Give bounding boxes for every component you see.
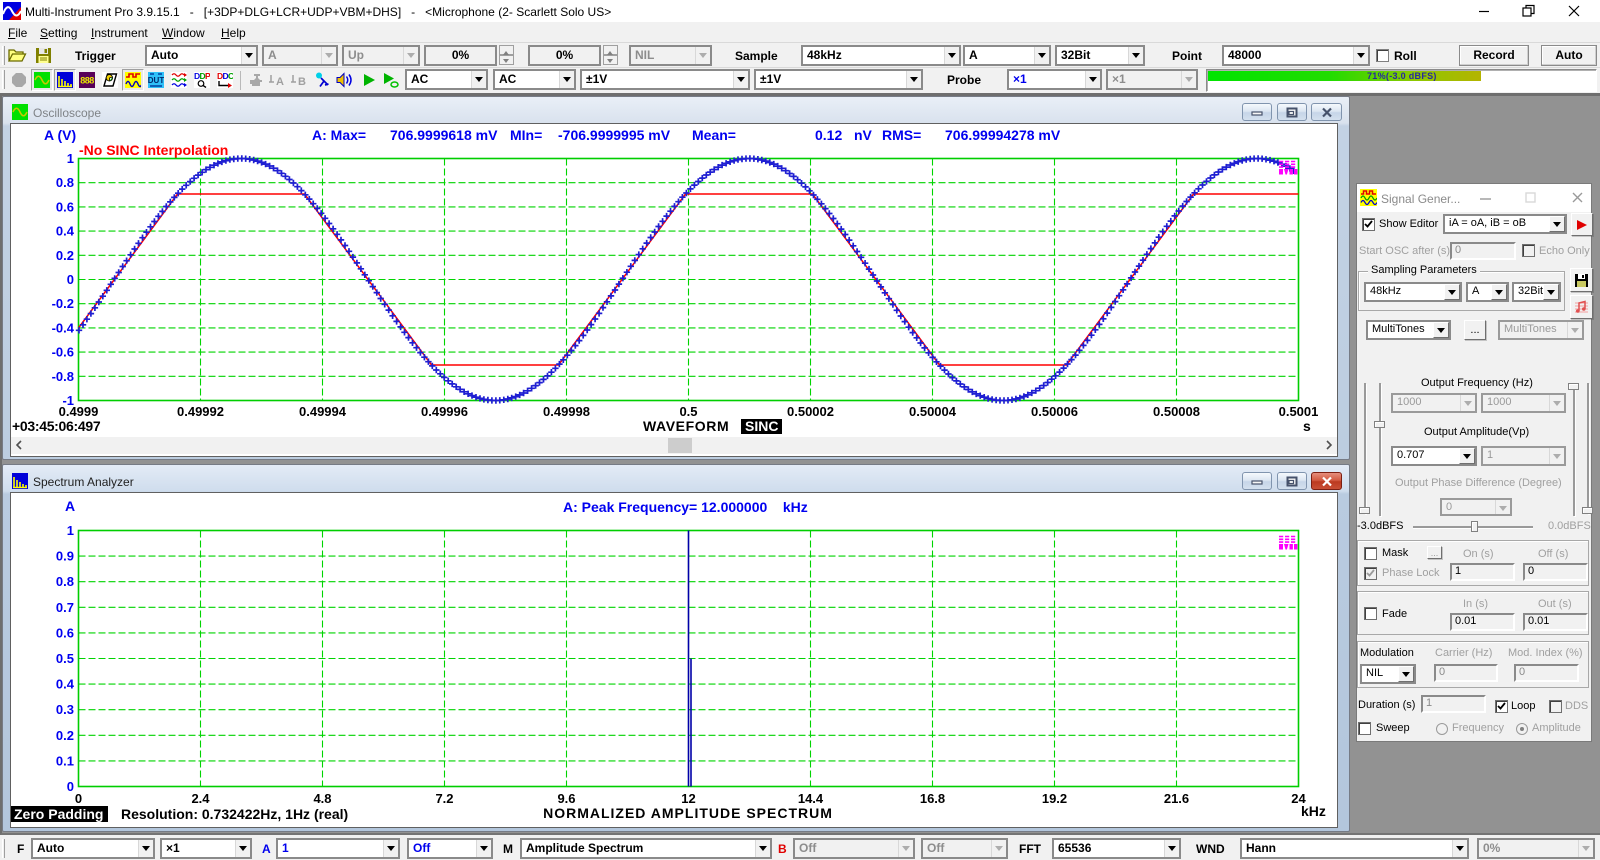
svg-text:888: 888 bbox=[80, 76, 94, 86]
svg-text:21.6: 21.6 bbox=[1164, 791, 1189, 806]
svg-text:s: s bbox=[1303, 418, 1311, 434]
svg-text:SINC: SINC bbox=[745, 418, 778, 434]
svg-text:+03:45:06:497: +03:45:06:497 bbox=[12, 418, 101, 434]
svg-text:0.5: 0.5 bbox=[679, 404, 697, 419]
svg-text:Zero Padding: Zero Padding bbox=[14, 806, 103, 822]
svg-text:9.6: 9.6 bbox=[557, 791, 575, 806]
svg-text:0.49998: 0.49998 bbox=[543, 404, 590, 419]
svg-text:0.4: 0.4 bbox=[56, 224, 75, 239]
svg-text:WAVEFORM: WAVEFORM bbox=[643, 418, 729, 434]
svg-text:C: C bbox=[228, 72, 233, 81]
svg-text:0.50008: 0.50008 bbox=[1153, 404, 1200, 419]
svg-text:0.49992: 0.49992 bbox=[177, 404, 224, 419]
svg-text:1: 1 bbox=[67, 151, 74, 166]
svg-text:4.8: 4.8 bbox=[313, 791, 331, 806]
svg-text:2.4: 2.4 bbox=[191, 791, 210, 806]
svg-text:0.5: 0.5 bbox=[56, 651, 74, 666]
svg-text:0: 0 bbox=[67, 272, 74, 287]
svg-text:0.7: 0.7 bbox=[56, 600, 74, 615]
svg-text:Mean=: Mean= bbox=[692, 127, 736, 143]
svg-text:0.6: 0.6 bbox=[56, 625, 74, 640]
svg-text:0.50002: 0.50002 bbox=[787, 404, 834, 419]
svg-text:Resolution: 0.732422Hz, 1Hz (r: Resolution: 0.732422Hz, 1Hz (real) bbox=[121, 806, 348, 822]
svg-text:0.4999: 0.4999 bbox=[59, 404, 99, 419]
svg-text:0.49994: 0.49994 bbox=[299, 404, 347, 419]
svg-text:0.4: 0.4 bbox=[56, 677, 75, 692]
svg-text:14.4: 14.4 bbox=[798, 791, 824, 806]
svg-text:0.8: 0.8 bbox=[56, 574, 74, 589]
svg-text:0.50006: 0.50006 bbox=[1031, 404, 1078, 419]
svg-text:-0.2: -0.2 bbox=[52, 296, 74, 311]
svg-text:nV: nV bbox=[854, 127, 873, 143]
svg-text:NORMALIZED AMPLITUDE SPECTRUM: NORMALIZED AMPLITUDE SPECTRUM bbox=[543, 805, 833, 821]
svg-text:16.8: 16.8 bbox=[920, 791, 945, 806]
svg-text:0: 0 bbox=[67, 779, 74, 794]
svg-text:P: P bbox=[205, 72, 210, 81]
svg-text:0.8: 0.8 bbox=[56, 175, 74, 190]
svg-text:0.1: 0.1 bbox=[56, 753, 74, 768]
svg-text:A (V): A (V) bbox=[44, 127, 76, 143]
svg-text:0.50004: 0.50004 bbox=[909, 404, 957, 419]
svg-text:0.2: 0.2 bbox=[56, 248, 74, 263]
svg-text:-0.8: -0.8 bbox=[52, 369, 74, 384]
svg-text:A: A bbox=[65, 498, 75, 514]
svg-text:-0.4: -0.4 bbox=[52, 320, 75, 335]
svg-text:A: Peak Frequency= 12.000000: A: Peak Frequency= 12.000000 kHz bbox=[563, 499, 808, 515]
svg-text:-0.6: -0.6 bbox=[52, 345, 74, 360]
svg-text:0.2: 0.2 bbox=[56, 728, 74, 743]
svg-text:A: Max=: A: Max= bbox=[312, 127, 366, 143]
svg-text:-No SINC Interpolation: -No SINC Interpolation bbox=[79, 142, 228, 158]
svg-text:706.99994278 mV: 706.99994278 mV bbox=[945, 127, 1061, 143]
svg-text:0.49996: 0.49996 bbox=[421, 404, 468, 419]
svg-text:A: A bbox=[276, 76, 284, 88]
svg-text:0.5001: 0.5001 bbox=[1279, 404, 1319, 419]
svg-text:RMS=: RMS= bbox=[882, 127, 921, 143]
svg-text:MIn=: MIn= bbox=[510, 127, 542, 143]
svg-text:19.2: 19.2 bbox=[1042, 791, 1067, 806]
svg-text:B: B bbox=[298, 76, 306, 88]
svg-text:0.3: 0.3 bbox=[56, 702, 74, 717]
svg-text:kHz: kHz bbox=[1301, 803, 1326, 819]
svg-text:0.9: 0.9 bbox=[56, 549, 74, 564]
svg-text:706.9999618 mV: 706.9999618 mV bbox=[390, 127, 498, 143]
svg-text:1: 1 bbox=[67, 523, 74, 538]
svg-text:0.6: 0.6 bbox=[56, 199, 74, 214]
svg-text:DUT: DUT bbox=[148, 76, 164, 85]
svg-text:0: 0 bbox=[75, 791, 82, 806]
svg-text:7.2: 7.2 bbox=[435, 791, 453, 806]
svg-text:0.12: 0.12 bbox=[815, 127, 842, 143]
svg-text:12: 12 bbox=[681, 791, 695, 806]
svg-text:-706.9999995 mV: -706.9999995 mV bbox=[558, 127, 671, 143]
